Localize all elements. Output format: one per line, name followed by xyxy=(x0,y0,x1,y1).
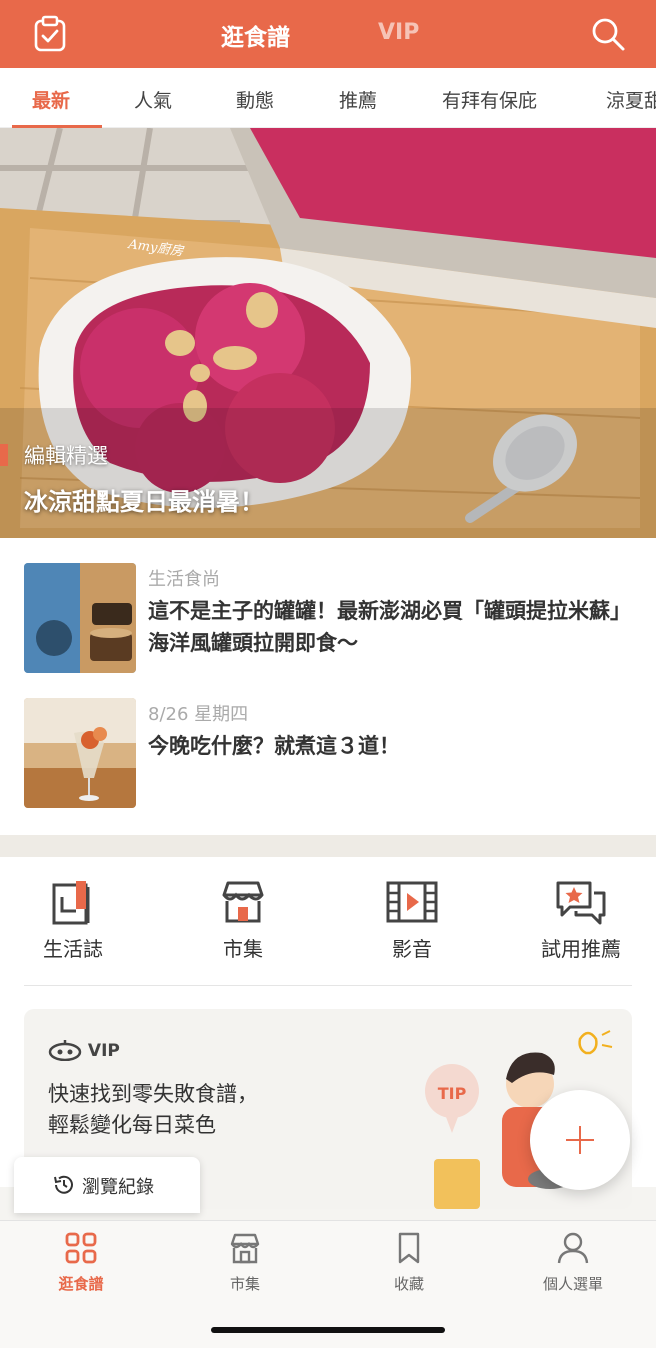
hero-label-text: 編輯精選 xyxy=(24,444,108,468)
article-list: 生活食尚 這不是主子的罐罐！最新澎湖必買「罐頭提拉米蘇」海洋風罐頭拉開即食～ 8… xyxy=(0,538,656,835)
quick-link-trial[interactable]: 試用推薦 xyxy=(521,877,641,967)
quick-link-label: 試用推薦 xyxy=(541,937,621,961)
magazine-icon xyxy=(52,881,90,925)
bookmark-icon xyxy=(398,1232,420,1264)
article-date: 8/26 星期四 xyxy=(148,704,249,725)
browsing-history-label: 瀏覽紀錄 xyxy=(82,1177,154,1198)
add-button[interactable] xyxy=(530,1090,630,1190)
crown-pot-icon xyxy=(48,1040,82,1062)
list-item[interactable]: 8/26 星期四 今晚吃什麼？就煮這３道！ xyxy=(0,698,656,810)
quick-link-market[interactable]: 市集 xyxy=(183,877,303,967)
bottom-nav-saved[interactable]: 收藏 xyxy=(349,1231,469,1294)
bottom-nav-label: 市集 xyxy=(229,1275,260,1293)
article-title[interactable]: 今晚吃什麼？就煮這３道！ xyxy=(148,730,628,762)
top-bar: 逛食譜 VIP xyxy=(0,0,656,68)
browsing-history-button[interactable]: 瀏覽紀錄 xyxy=(14,1157,200,1213)
tab-activity[interactable]: 動態 xyxy=(236,86,274,113)
quick-link-label: 影音 xyxy=(392,937,432,961)
tab-summer-dessert[interactable]: 涼夏甜 xyxy=(606,86,656,113)
bottom-nav-label: 個人選單 xyxy=(542,1275,603,1293)
history-clock-icon xyxy=(54,1175,73,1194)
tab-recommend[interactable]: 推薦 xyxy=(339,86,377,113)
vip-promo-text: 快速找到零失敗食譜， 輕鬆變化每日菜色 xyxy=(48,1079,258,1141)
storefront-icon xyxy=(222,881,264,923)
quick-link-video[interactable]: 影音 xyxy=(352,877,472,967)
list-item[interactable]: 生活食尚 這不是主子的罐罐！最新澎湖必買「罐頭提拉米蘇」海洋風罐頭拉開即食～ xyxy=(0,563,656,675)
article-title[interactable]: 這不是主子的罐罐！最新澎湖必買「罐頭提拉米蘇」海洋風罐頭拉開即食～ xyxy=(148,595,628,659)
bottom-nav-profile[interactable]: 個人選單 xyxy=(513,1231,633,1294)
category-tabs: 最新 人氣 動態 推薦 有拜有保庇 涼夏甜 xyxy=(0,68,656,128)
divider xyxy=(24,985,632,986)
article-thumbnail xyxy=(24,563,136,673)
bottom-nav-market[interactable]: 市集 xyxy=(185,1231,305,1294)
star-chat-icon xyxy=(556,881,606,925)
grid-icon xyxy=(65,1232,97,1264)
film-icon xyxy=(386,881,438,923)
home-indicator xyxy=(211,1327,445,1333)
section-divider xyxy=(0,835,656,857)
vip-promo-line2: 輕鬆變化每日菜色 xyxy=(48,1113,216,1137)
tab-latest[interactable]: 最新 xyxy=(32,86,70,113)
quick-link-label: 生活誌 xyxy=(43,937,103,961)
search-icon[interactable] xyxy=(588,14,628,54)
vip-promo-line1: 快速找到零失敗食譜， xyxy=(48,1082,258,1106)
hero-title[interactable]: 冰涼甜點夏日最消暑！ xyxy=(24,482,264,517)
tab-popular[interactable]: 人氣 xyxy=(134,86,172,113)
vip-badge: VIP xyxy=(48,1039,120,1062)
vip-badge-label: VIP xyxy=(87,1041,120,1061)
tab-vip[interactable]: VIP xyxy=(378,20,419,45)
accent-bar xyxy=(0,444,8,466)
page-title[interactable]: 逛食譜 xyxy=(221,18,290,52)
store-icon xyxy=(230,1233,260,1264)
bottom-nav-recipes[interactable]: 逛食譜 xyxy=(21,1231,141,1294)
quick-link-lifestyle[interactable]: 生活誌 xyxy=(13,877,133,967)
article-thumbnail xyxy=(24,698,136,808)
bottom-nav-label: 逛食譜 xyxy=(58,1275,104,1293)
article-category: 生活食尚 xyxy=(148,569,220,590)
tab-blessing[interactable]: 有拜有保庇 xyxy=(442,86,537,113)
bottom-nav-label: 收藏 xyxy=(393,1275,424,1293)
featured-banner[interactable]: Amy廚房 xyxy=(0,128,656,538)
quick-link-label: 市集 xyxy=(223,937,263,961)
tip-text: TIP xyxy=(438,1084,467,1103)
clipboard-check-icon[interactable] xyxy=(30,14,70,54)
user-icon xyxy=(557,1232,589,1264)
dessert-photo: Amy廚房 xyxy=(0,128,656,538)
